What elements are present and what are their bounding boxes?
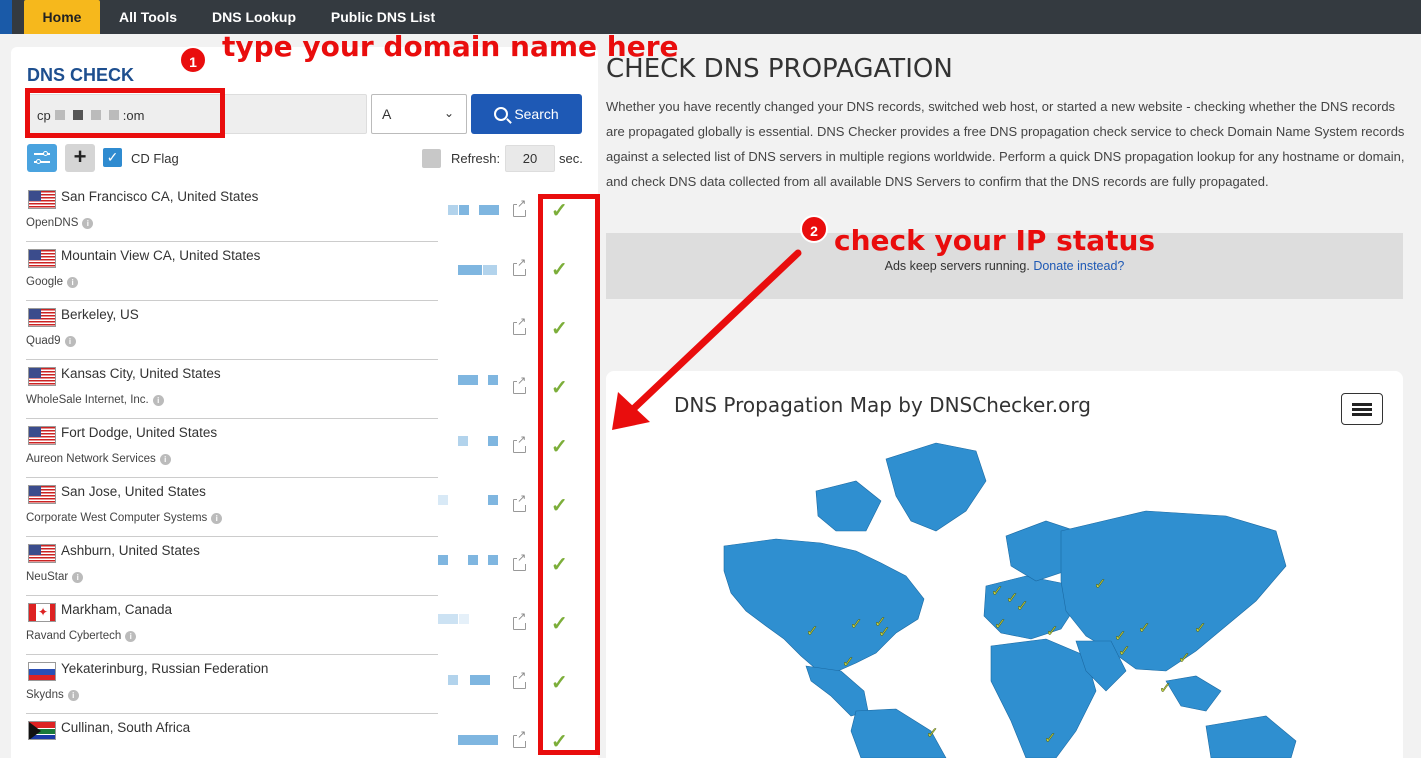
annotation-arrow xyxy=(612,249,802,430)
